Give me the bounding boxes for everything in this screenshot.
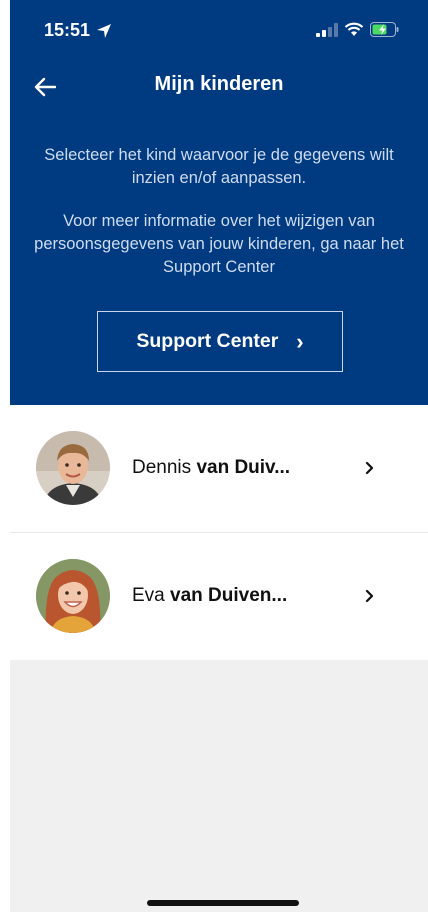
child-name: Eva van Duiven... — [132, 585, 287, 607]
child-row-dennis[interactable]: Dennis van Duiv... — [10, 405, 428, 532]
chevron-right-icon — [360, 585, 380, 607]
location-arrow-icon — [97, 23, 112, 38]
child-first-name: Dennis — [132, 457, 192, 478]
arrow-left-icon — [34, 77, 56, 97]
status-icons — [316, 22, 400, 37]
header: 15:51 Mijn kinderen Selecteer het kind w… — [10, 0, 428, 405]
intro-select-text: Selecteer het kind waarvoor je de gegeve… — [44, 146, 394, 187]
signal-icon — [316, 22, 338, 37]
chevron-right-icon: › — [296, 328, 304, 354]
page-title: Mijn kinderen — [154, 73, 284, 95]
support-center-label: Support Center — [136, 330, 279, 352]
children-list: Dennis van Duiv... Eva van Duiven... — [10, 405, 428, 660]
nav-bar: Mijn kinderen — [10, 52, 428, 122]
battery-charging-icon — [370, 22, 399, 37]
child-row-eva[interactable]: Eva van Duiven... — [10, 532, 428, 660]
intro-text: Selecteer het kind waarvoor je de gegeve… — [10, 122, 428, 279]
avatar-photo-dennis — [36, 431, 110, 505]
child-first-name: Eva — [132, 585, 165, 606]
avatar — [36, 559, 110, 633]
avatar — [36, 431, 110, 505]
wifi-icon — [344, 22, 364, 36]
home-indicator[interactable] — [147, 900, 299, 906]
back-button[interactable] — [30, 72, 60, 102]
child-last-name: van Duiv... — [196, 457, 291, 478]
avatar-photo-eva — [36, 559, 110, 633]
support-center-button[interactable]: Support Center › — [97, 311, 343, 372]
status-time: 15:51 — [44, 20, 91, 40]
chevron-right-icon — [360, 457, 380, 479]
child-last-name: van Duiven... — [170, 585, 288, 606]
screen: 15:51 Mijn kinderen Selecteer het kind w… — [10, 0, 428, 912]
child-name: Dennis van Duiv... — [132, 457, 290, 479]
status-time-group: 15:51 — [44, 20, 112, 41]
status-bar: 15:51 — [10, 0, 428, 52]
intro-info-text: Voor meer informatie over het wijzigen v… — [34, 212, 404, 276]
